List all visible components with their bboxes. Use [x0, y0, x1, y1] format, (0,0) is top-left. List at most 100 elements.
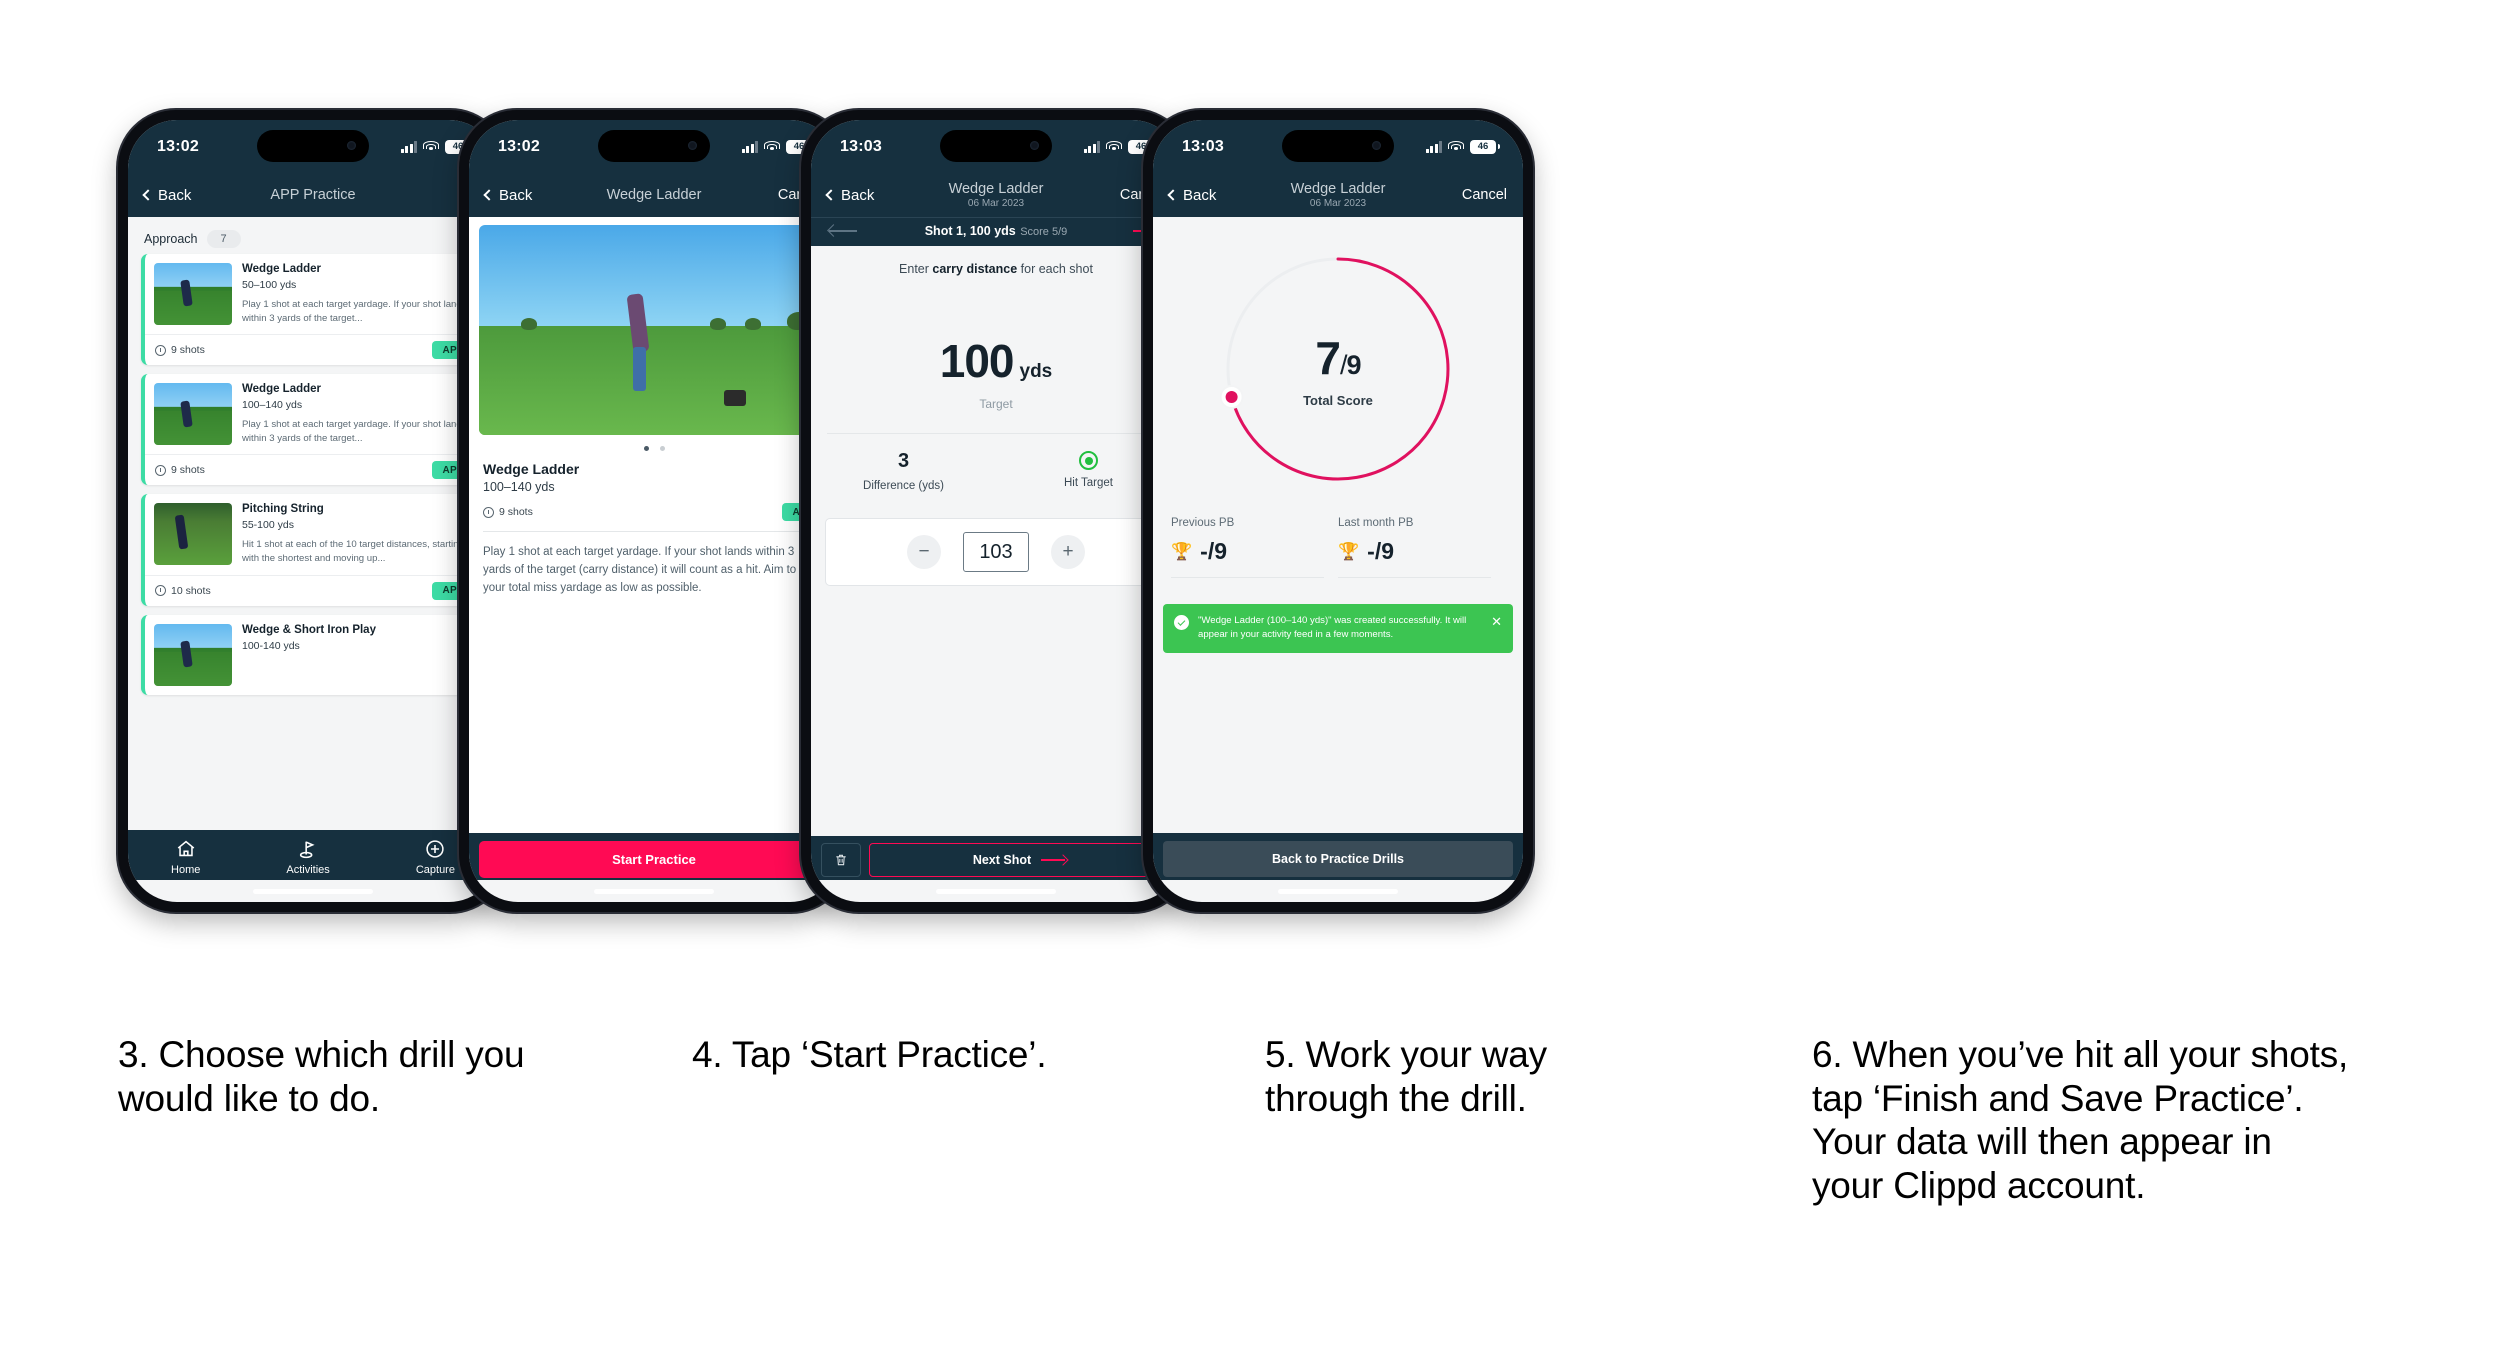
- quantity-stepper: − 103 +: [825, 518, 1167, 586]
- back-label: Back: [841, 186, 875, 204]
- total-score-label: Total Score: [1303, 392, 1373, 408]
- page-title-main: Wedge Ladder: [948, 180, 1044, 197]
- bottom-tab-bar: Home Activities Capture: [128, 830, 498, 880]
- drill-text: Wedge & Short Iron Play 100-140 yds: [242, 624, 475, 686]
- start-practice-button[interactable]: Start Practice: [479, 841, 829, 878]
- clock-icon: [483, 506, 494, 518]
- trash-icon: [836, 854, 846, 866]
- drill-detail-content: Wedge Ladder 100–140 yds 9 shots APP Pla…: [469, 217, 839, 833]
- arrow-right-icon: [1041, 853, 1069, 866]
- drill-title: Wedge & Short Iron Play: [242, 623, 376, 636]
- tab-home[interactable]: Home: [171, 838, 200, 876]
- list-item[interactable]: Wedge & Short Iron Play 100-140 yds: [141, 614, 485, 695]
- increment-button[interactable]: +: [1051, 535, 1085, 569]
- status-bar: 13:03 46: [1153, 120, 1523, 173]
- back-label: Back: [499, 186, 533, 204]
- list-item[interactable]: Wedge Ladder 100–140 yds Play 1 shot at …: [141, 374, 485, 486]
- clock-icon: [155, 464, 166, 476]
- screen-drill-list: 13:02 46 Back APP Practice Approach 7 We…: [128, 120, 498, 902]
- section-label: Approach: [144, 232, 198, 246]
- shot-navigation-bar: Shot 1, 100 yds Score 5/9: [811, 217, 1181, 246]
- previous-pb-value-row: 🏆 -/9: [1171, 538, 1338, 565]
- carousel-dots[interactable]: [469, 435, 839, 460]
- arrow-left-icon[interactable]: [827, 224, 859, 238]
- phone-2-drill-detail: 13:02 46 Back Wedge Ladder Cancel: [459, 110, 849, 912]
- status-bar: 13:02 46: [469, 120, 839, 173]
- drill-text: Wedge Ladder 100–140 yds Play 1 shot at …: [242, 383, 475, 445]
- phone-1-drill-list: 13:02 46 Back APP Practice Approach 7 We…: [118, 110, 508, 912]
- back-button[interactable]: Back: [1167, 186, 1217, 204]
- cancel-button[interactable]: Cancel: [1462, 187, 1507, 203]
- drill-shots: 9 shots: [483, 506, 533, 518]
- drill-card-body: Wedge Ladder 100–140 yds Play 1 shot at …: [145, 374, 485, 454]
- back-button[interactable]: Back: [142, 186, 192, 204]
- drill-range: 55-100 yds: [242, 519, 294, 532]
- list-item[interactable]: Wedge Ladder 50–100 yds Play 1 shot at e…: [141, 254, 485, 366]
- drill-description: Hit 1 shot at each of the 10 target dist…: [242, 539, 464, 565]
- page-title-main: Wedge Ladder: [1290, 180, 1386, 197]
- tab-capture[interactable]: Capture: [416, 838, 455, 876]
- shot-score: Score 5/9: [1020, 226, 1068, 238]
- drill-range: 50–100 yds: [242, 279, 297, 291]
- nav-bar: Back APP Practice: [128, 173, 498, 217]
- nav-bar: Back Wedge Ladder Cancel: [469, 173, 839, 217]
- tab-activities[interactable]: Activities: [286, 838, 330, 876]
- home-icon: [177, 840, 194, 857]
- cellular-signal-icon: [400, 140, 417, 153]
- drill-header: Wedge Ladder 100–140 yds 9 shots APP: [469, 460, 839, 521]
- delete-shot-button[interactable]: [821, 843, 861, 877]
- drill-thumbnail: [154, 623, 232, 686]
- home-indicator: [253, 888, 373, 894]
- target-value: 100: [939, 335, 1015, 387]
- shot-stats: 3 Difference (yds) Hit Target: [811, 434, 1181, 492]
- list-item[interactable]: Pitching String 55-100 yds Hit 1 shot at…: [141, 494, 485, 606]
- status-time: 13:03: [1182, 137, 1224, 155]
- back-button[interactable]: Back: [483, 186, 533, 204]
- score-ring-area: 7/9 Total Score: [1153, 217, 1523, 487]
- shot-title: Shot 1, 100 yds: [924, 224, 1016, 238]
- drill-description: Play 1 shot at each target yardage. If y…: [242, 419, 467, 444]
- chevron-left-icon: [483, 189, 495, 201]
- chevron-left-icon: [1167, 189, 1179, 201]
- drill-card-body: Pitching String 55-100 yds Hit 1 shot at…: [145, 494, 485, 574]
- personal-best-row: Previous PB 🏆 -/9 Last month PB 🏆 -/9: [1153, 487, 1523, 578]
- close-icon[interactable]: ✕: [1491, 615, 1502, 628]
- status-time: 13:02: [498, 137, 540, 155]
- tab-capture-label: Capture: [415, 864, 455, 876]
- drill-list-content: Approach 7 Wedge Ladder 50–100 yds Play …: [128, 217, 498, 830]
- total-score-value: 7/9: [1315, 331, 1361, 385]
- nav-bar: Back Wedge Ladder 06 Mar 2023 Cancel: [1153, 173, 1523, 217]
- page-title-date: 06 Mar 2023: [1309, 197, 1367, 209]
- carry-distance-input[interactable]: 103: [963, 532, 1029, 572]
- divider: [1338, 577, 1491, 578]
- target-distance: 100 yds: [811, 334, 1181, 388]
- difference-stat: 3 Difference (yds): [811, 450, 996, 492]
- next-shot-label: Next Shot: [972, 853, 1032, 867]
- status-bar: 13:03 46: [811, 120, 1181, 173]
- drill-card-body: Wedge Ladder 50–100 yds Play 1 shot at e…: [145, 254, 485, 334]
- clock-icon: [155, 585, 166, 597]
- drill-text: Wedge Ladder 50–100 yds Play 1 shot at e…: [242, 263, 475, 325]
- tab-home-label: Home: [171, 864, 201, 876]
- back-button[interactable]: Back: [825, 186, 875, 204]
- drill-text: Pitching String 55-100 yds Hit 1 shot at…: [242, 503, 475, 565]
- cellular-signal-icon: [1083, 140, 1100, 153]
- dynamic-island: [257, 130, 369, 162]
- phone-3-shot-entry: 13:03 46 Back Wedge Ladder 06 Mar 2023 C…: [801, 110, 1191, 912]
- nav-bar: Back Wedge Ladder 06 Mar 2023 Cancel: [811, 173, 1181, 217]
- chevron-left-icon: [142, 189, 154, 201]
- dynamic-island: [940, 130, 1052, 162]
- next-shot-button[interactable]: Next Shot: [869, 843, 1171, 877]
- decrement-button[interactable]: −: [907, 535, 941, 569]
- home-indicator: [1278, 888, 1398, 894]
- back-to-practice-drills-button[interactable]: Back to Practice Drills: [1163, 841, 1513, 877]
- shot-entry-content: Enter carry distance for each shot 100 yd…: [811, 246, 1181, 836]
- summary-footer: Back to Practice Drills: [1153, 833, 1523, 880]
- back-label: Back: [1183, 186, 1217, 204]
- score-numerator: 7: [1315, 331, 1341, 384]
- dynamic-island: [598, 130, 710, 162]
- drill-title: Pitching String: [242, 503, 324, 516]
- status-indicators: 46: [1425, 139, 1500, 154]
- back-label: Back: [158, 186, 192, 204]
- home-indicator-area: [469, 880, 839, 902]
